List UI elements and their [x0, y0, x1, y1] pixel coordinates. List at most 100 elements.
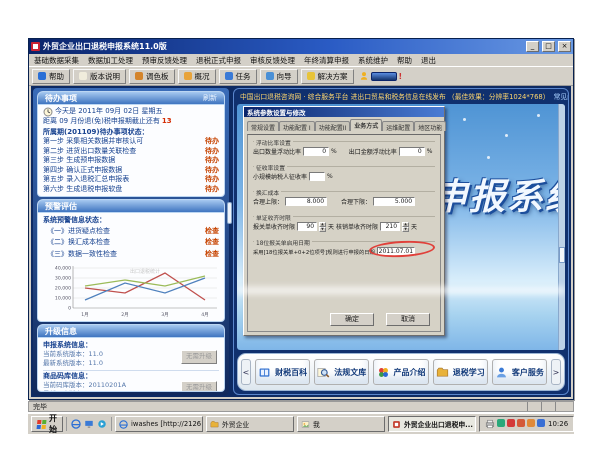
- tray-red2-icon[interactable]: [517, 419, 525, 427]
- dialog-title-bar[interactable]: 系统参数设置与修改: [244, 107, 444, 117]
- todo-panel: 待办事项 刷新 今天是 2011年 09月 02日 星期五 距离 09 月份退(…: [37, 91, 225, 197]
- step-status: 待办: [205, 185, 219, 195]
- tab-6[interactable]: 地区功能: [414, 121, 446, 131]
- toolbar-solution-button[interactable]: 解决方案: [301, 69, 354, 84]
- brand-logo: !: [359, 71, 403, 81]
- carousel-button-label: 退税学习: [453, 367, 485, 378]
- menu-item[interactable]: 基础数据采集: [34, 55, 79, 66]
- svg-text:1月: 1月: [81, 312, 89, 318]
- menu-item[interactable]: 系统维护: [358, 55, 388, 66]
- tool-bar: 帮助版本说明调色板 概况任务 向导解决方案!: [29, 66, 573, 86]
- minimize-button[interactable]: _: [526, 41, 539, 52]
- toolbar-flag-button[interactable]: 任务: [219, 69, 257, 84]
- warning-check-row[interactable]: 《二》换汇成本检查检查: [43, 237, 219, 249]
- start-button[interactable]: 开始: [31, 416, 63, 432]
- toolbar-help-button[interactable]: 帮助: [32, 69, 70, 84]
- customs-deadline-input[interactable]: 90: [297, 222, 317, 231]
- taskbar-task-button[interactable]: 外贸企业: [206, 416, 294, 432]
- small-taxpayer-rate-input[interactable]: [309, 172, 325, 181]
- tray-red-icon[interactable]: [507, 419, 515, 427]
- toolbar-palette-button[interactable]: 调色板: [129, 69, 175, 84]
- warning-check-row[interactable]: 《三》数据一致性检查检查: [43, 249, 219, 261]
- menu-item[interactable]: 预审反馈处理: [142, 55, 187, 66]
- status-text: 完毕: [33, 402, 47, 412]
- carousel-book-button[interactable]: 财税百科: [255, 359, 310, 385]
- lower-limit-input[interactable]: 5.000: [373, 197, 415, 206]
- taskbar-task-button[interactable]: 外贸企业出口退税申...: [388, 416, 476, 432]
- todo-step-row[interactable]: 第五步 录入退税汇总申报表待办: [43, 175, 219, 185]
- quick-launch: [66, 417, 112, 431]
- palette-icon: [135, 72, 143, 80]
- svg-text:3月: 3月: [161, 312, 169, 318]
- system-upgrade-button[interactable]: 无需升级: [181, 350, 217, 364]
- todo-step-row[interactable]: 第三步 生成预申报数据待办: [43, 156, 219, 166]
- svg-text:10,000: 10,000: [55, 296, 71, 302]
- system-version-heading: 申报系统信息：: [43, 341, 219, 350]
- vertical-scrollbar[interactable]: [558, 104, 565, 350]
- ok-button[interactable]: 确定: [330, 313, 374, 326]
- warning-status-title: 系统预警信息状态：: [43, 216, 219, 226]
- carousel-folder-button[interactable]: 退税学习: [433, 359, 488, 385]
- todo-step-row[interactable]: 第四步 确认正式申报数据待办: [43, 166, 219, 176]
- carousel-person-button[interactable]: 客户服务: [492, 359, 547, 385]
- tab-4[interactable]: 业务方式: [350, 119, 382, 131]
- todo-step-row[interactable]: 第一步 采集相关数据并审核认可待办: [43, 137, 219, 147]
- tab-2[interactable]: 功能配置 I: [279, 121, 315, 131]
- taskbar-task-button[interactable]: iwashes [http://2126|7...: [115, 416, 203, 432]
- todo-step-row[interactable]: 第六步 生成退税申报软盘待办: [43, 185, 219, 195]
- banner-link[interactable]: 常见问题: [554, 91, 568, 101]
- menu-item[interactable]: 审核反馈处理: [250, 55, 295, 66]
- media-icon: [97, 419, 107, 429]
- step-label: 第五步 录入退税汇总申报表: [43, 175, 129, 185]
- export-qty-ratio-input[interactable]: 0: [303, 147, 329, 156]
- toolbar-button-label: 概况: [195, 71, 210, 82]
- tab-3[interactable]: 功能配置II: [315, 121, 351, 131]
- writeoff-deadline-label: 核销单收齐时限: [336, 222, 378, 231]
- warning-check-action[interactable]: 检查: [205, 249, 219, 261]
- close-button[interactable]: ×: [558, 41, 571, 52]
- menu-item[interactable]: 数据加工处理: [88, 55, 133, 66]
- solution-icon: [307, 72, 315, 80]
- toolbar-overview-button[interactable]: 概况: [178, 69, 216, 84]
- menu-item[interactable]: 退税正式申报: [196, 55, 241, 66]
- tray-green-icon[interactable]: [497, 419, 505, 427]
- tab-5[interactable]: 运维配置: [382, 121, 414, 131]
- warning-check-action[interactable]: 检查: [205, 237, 219, 249]
- writeoff-deadline-input[interactable]: 210: [380, 222, 400, 231]
- toolbar-wizard-button[interactable]: 向导: [260, 69, 298, 84]
- tab-1[interactable]: 常规设置: [247, 121, 279, 131]
- customs-deadline-stepper[interactable]: ▲▼: [319, 222, 326, 231]
- toolbar-document-button[interactable]: 版本说明: [73, 69, 126, 84]
- refresh-link[interactable]: 刷新: [203, 93, 217, 103]
- toolbar-button-label: 向导: [277, 71, 292, 82]
- menu-item[interactable]: 帮助: [397, 55, 412, 66]
- carousel-pinwheel-button[interactable]: 产品介绍: [373, 359, 428, 385]
- taskbar-task-button[interactable]: 我: [297, 416, 385, 432]
- carousel-magnifier-button[interactable]: 法规文库: [314, 359, 369, 385]
- carousel-next-button[interactable]: >: [551, 359, 561, 385]
- menu-item[interactable]: 退出: [421, 55, 436, 66]
- system-tray: 10:26: [479, 416, 574, 432]
- cancel-button[interactable]: 取消: [386, 313, 430, 326]
- maximize-button[interactable]: □: [542, 41, 555, 52]
- todo-step-row[interactable]: 第二步 进货出口数量关联检查待办: [43, 147, 219, 157]
- export-amount-ratio-input[interactable]: 0: [399, 147, 425, 156]
- sparkle: [463, 118, 466, 121]
- magnifier-icon: [317, 366, 330, 379]
- warning-check-action[interactable]: 检查: [205, 226, 219, 238]
- tray-blue-icon[interactable]: [537, 419, 545, 427]
- title-bar[interactable]: 外贸企业出口退税申报系统11.0版 _ □ ×: [29, 39, 573, 54]
- codebase-upgrade-button[interactable]: 无需升级: [181, 381, 217, 392]
- sidebar-splitter-handle[interactable]: [227, 202, 232, 224]
- scrollbar-thumb[interactable]: [559, 247, 565, 263]
- writeoff-deadline-stepper[interactable]: ▲▼: [402, 222, 409, 231]
- date18-input[interactable]: 2011.07.01: [377, 247, 415, 256]
- upper-limit-input[interactable]: 8.000: [285, 197, 327, 206]
- carousel-prev-button[interactable]: <: [241, 359, 251, 385]
- today-date: 今天是 2011年 09月 02日 星期五: [55, 107, 163, 117]
- menu-item[interactable]: 年终清算申报: [304, 55, 349, 66]
- tray-orange-icon[interactable]: [527, 419, 535, 427]
- document-deadline-group: 单证收齐时限 报关单收齐时限 90 ▲▼ 天 核销单收齐时限 210 ▲▼ 天: [253, 216, 435, 235]
- banner: 中国出口退税咨询网 · 综合服务平台 进出口贸易和税务信息在线发布 （最佳效果：…: [234, 89, 568, 103]
- warning-check-row[interactable]: 《一》进货疑点检查检查: [43, 226, 219, 238]
